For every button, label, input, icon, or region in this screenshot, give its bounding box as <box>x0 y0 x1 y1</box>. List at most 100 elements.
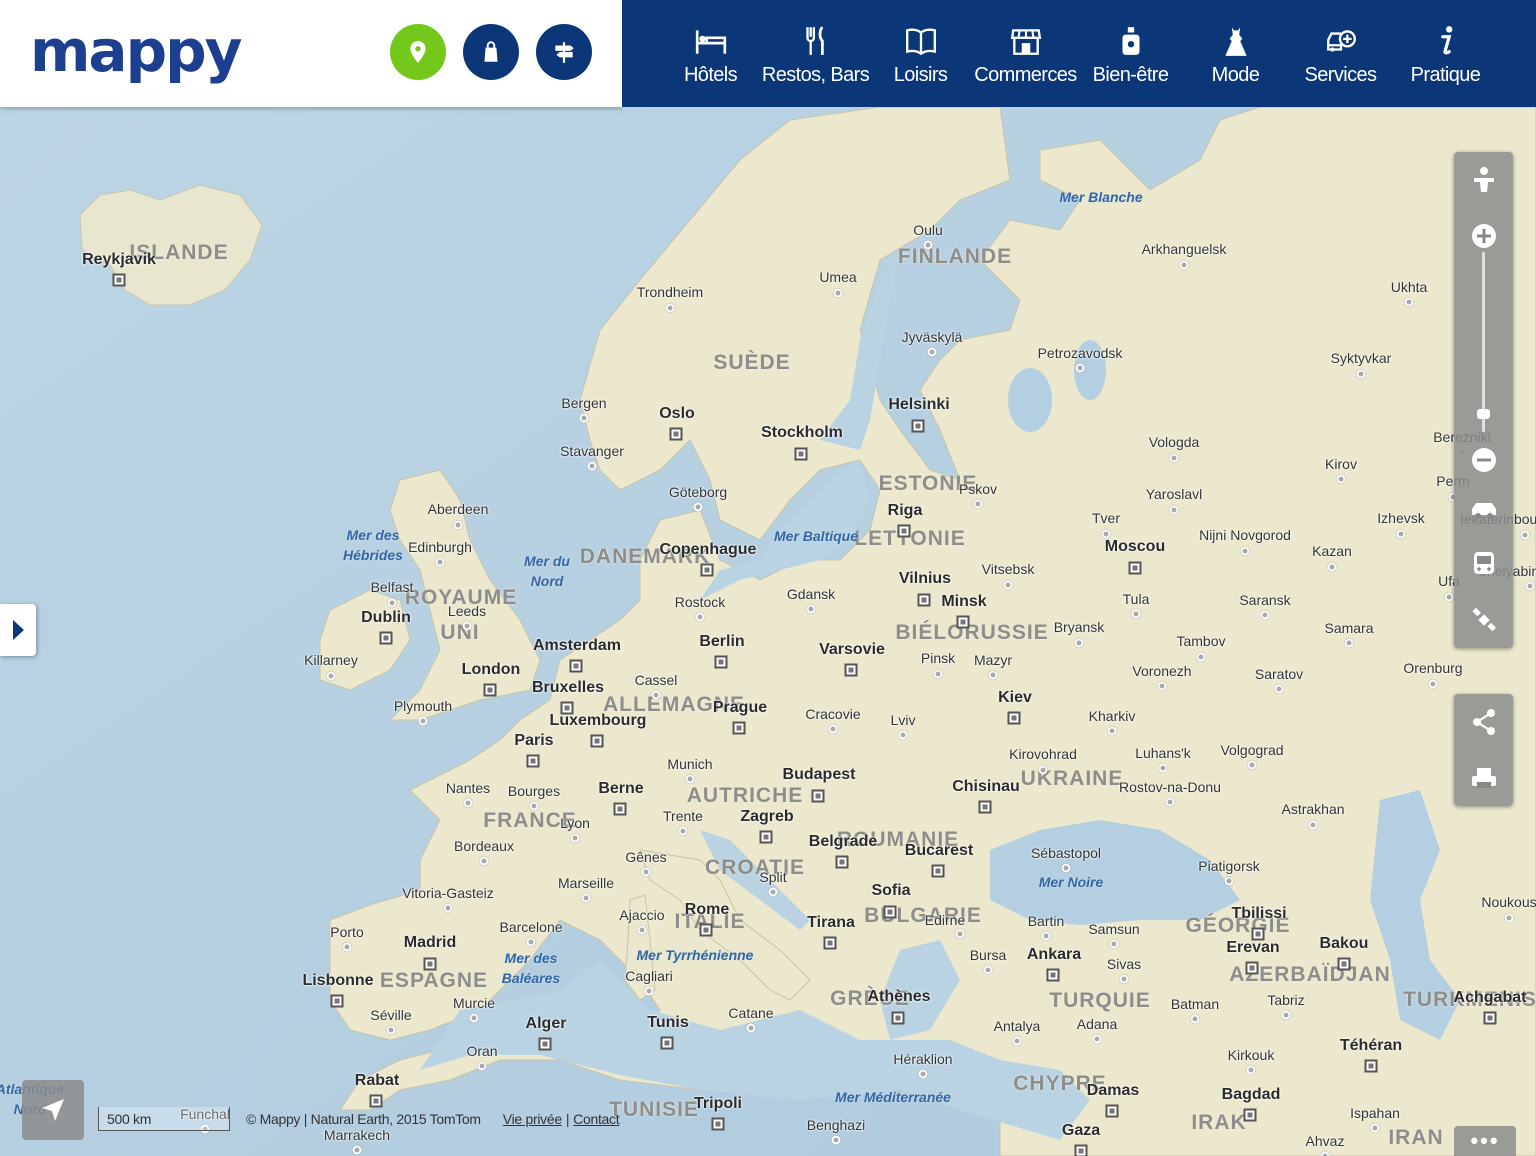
city-marker[interactable] <box>1344 638 1354 648</box>
city-marker[interactable] <box>462 621 472 631</box>
nav-services[interactable]: Services <box>1288 0 1393 107</box>
city-marker[interactable] <box>1038 765 1048 775</box>
city-marker[interactable] <box>1428 679 1438 689</box>
geolocate-button[interactable] <box>22 1080 84 1140</box>
city-marker[interactable] <box>453 520 463 530</box>
capital-marker[interactable] <box>1337 957 1351 971</box>
city-marker[interactable] <box>1119 974 1129 984</box>
nav-pratique[interactable]: Pratique <box>1393 0 1498 107</box>
capital-marker[interactable] <box>379 631 393 645</box>
city-marker[interactable] <box>1169 505 1179 515</box>
capital-marker[interactable] <box>711 1117 725 1131</box>
city-marker[interactable] <box>828 724 838 734</box>
city-marker[interactable] <box>463 798 473 808</box>
city-marker[interactable] <box>581 893 591 903</box>
city-marker[interactable] <box>1240 546 1250 556</box>
city-marker[interactable] <box>570 833 580 843</box>
nav-restos-bars[interactable]: Restos, Bars <box>762 0 870 107</box>
city-marker[interactable] <box>1525 581 1535 591</box>
city-marker[interactable] <box>352 1145 362 1155</box>
city-marker[interactable] <box>1247 760 1257 770</box>
zoom-slider-handle[interactable] <box>1477 409 1490 419</box>
city-marker[interactable] <box>973 499 983 509</box>
city-marker[interactable] <box>435 557 445 567</box>
city-marker[interactable] <box>1224 876 1234 886</box>
city-marker[interactable] <box>988 670 998 680</box>
capital-marker[interactable] <box>931 864 945 878</box>
capital-marker[interactable] <box>911 419 925 433</box>
city-marker[interactable] <box>693 502 703 512</box>
capital-marker[interactable] <box>423 957 437 971</box>
capital-marker[interactable] <box>883 905 897 919</box>
city-marker[interactable] <box>1190 1014 1200 1024</box>
capital-marker[interactable] <box>1243 1108 1257 1122</box>
capital-marker[interactable] <box>660 1036 674 1050</box>
capital-marker[interactable] <box>330 994 344 1008</box>
city-marker[interactable] <box>1131 609 1141 619</box>
capital-marker[interactable] <box>811 789 825 803</box>
city-marker[interactable] <box>685 774 695 784</box>
city-marker[interactable] <box>1308 820 1318 830</box>
city-marker[interactable] <box>831 1135 841 1145</box>
city-marker[interactable] <box>342 942 352 952</box>
city-marker[interactable] <box>933 669 943 679</box>
city-marker[interactable] <box>1320 1151 1330 1156</box>
zoom-slider-track[interactable] <box>1482 252 1485 432</box>
city-marker[interactable] <box>1520 530 1530 540</box>
side-panel-toggle[interactable] <box>0 604 36 656</box>
city-marker[interactable] <box>927 347 937 357</box>
city-marker[interactable] <box>1092 1034 1102 1044</box>
transit-button[interactable] <box>1454 536 1513 592</box>
capital-marker[interactable] <box>590 734 604 748</box>
satellite-button[interactable] <box>1454 592 1513 648</box>
capital-marker[interactable] <box>823 936 837 950</box>
city-marker[interactable] <box>477 1061 487 1071</box>
privacy-link[interactable]: Vie privée <box>503 1111 562 1127</box>
city-marker[interactable] <box>1158 763 1168 773</box>
city-marker[interactable] <box>587 461 597 471</box>
city-marker[interactable] <box>579 413 589 423</box>
city-marker[interactable] <box>479 856 489 866</box>
nav-bien-etre[interactable]: Bien-être <box>1078 0 1183 107</box>
city-marker[interactable] <box>651 690 661 700</box>
map-canvas[interactable]: ISLANDE FINLANDE SUÈDE ESTONIE LETTONIE DANEM… <box>0 107 1536 1156</box>
city-marker[interactable] <box>637 925 647 935</box>
capital-marker[interactable] <box>1007 711 1021 725</box>
city-marker[interactable] <box>806 604 816 614</box>
city-marker[interactable] <box>1356 369 1366 379</box>
city-marker[interactable] <box>386 1025 396 1035</box>
city-marker[interactable] <box>1274 684 1284 694</box>
streetview-button[interactable] <box>1454 152 1513 208</box>
city-marker[interactable] <box>1336 474 1346 484</box>
capital-marker[interactable] <box>897 524 911 538</box>
city-marker[interactable] <box>983 965 993 975</box>
capital-marker[interactable] <box>613 802 627 816</box>
city-marker[interactable] <box>1109 939 1119 949</box>
capital-marker[interactable] <box>526 754 540 768</box>
capital-marker[interactable] <box>1105 1104 1119 1118</box>
capital-marker[interactable] <box>891 1011 905 1025</box>
capital-marker[interactable] <box>759 830 773 844</box>
share-button[interactable] <box>1454 694 1513 750</box>
capital-marker[interactable] <box>699 923 713 937</box>
capital-marker[interactable] <box>714 655 728 669</box>
capital-marker[interactable] <box>794 447 808 461</box>
city-marker[interactable] <box>418 716 428 726</box>
city-marker[interactable] <box>1179 260 1189 270</box>
capital-marker[interactable] <box>1364 1059 1378 1073</box>
city-marker[interactable] <box>918 1069 928 1079</box>
city-marker[interactable] <box>1107 726 1117 736</box>
capital-marker[interactable] <box>569 659 583 673</box>
more-options-button[interactable]: ••• <box>1454 1126 1516 1156</box>
capital-marker[interactable] <box>1046 968 1060 982</box>
city-marker[interactable] <box>1075 363 1085 373</box>
city-marker[interactable] <box>469 1013 479 1023</box>
city-marker[interactable] <box>833 288 843 298</box>
city-marker[interactable] <box>665 303 675 313</box>
zoom-out-button[interactable] <box>1454 432 1513 488</box>
capital-marker[interactable] <box>112 273 126 287</box>
capital-marker[interactable] <box>1245 961 1259 975</box>
city-marker[interactable] <box>1404 297 1414 307</box>
capital-marker[interactable] <box>669 427 683 441</box>
city-marker[interactable] <box>1165 797 1175 807</box>
